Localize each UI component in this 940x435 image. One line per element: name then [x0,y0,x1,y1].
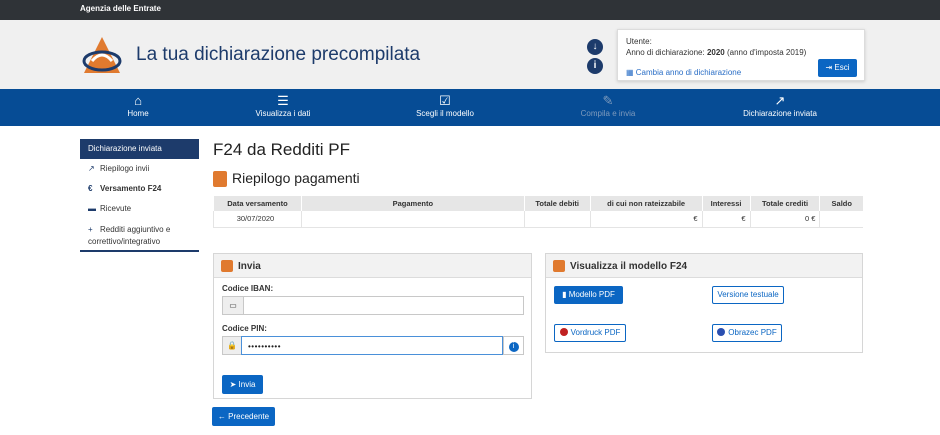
logo-icon [82,37,122,73]
send-icon [221,260,233,272]
list-icon: ☰ [277,93,289,108]
change-year-link[interactable]: ▦ Cambia anno di dichiarazione [626,68,741,77]
invia-panel: Invia Codice IBAN: ▭ Codice PIN: 🔒 •••••… [213,253,532,399]
invia-panel-header: Invia [214,254,531,278]
table-header-row: Data versamento Pagamento Totale debiti … [213,196,863,211]
year-info: Anno di dichiarazione: 2020 (anno d'impo… [626,48,807,57]
german-flag-icon [559,328,568,336]
pin-info-icon[interactable]: i [503,336,524,355]
logout-button[interactable]: ⇥ Esci [818,59,857,77]
section-title: Riepilogo pagamenti [232,170,360,186]
cell-interessi: € [701,211,751,228]
slovenian-flag-icon [717,328,726,336]
iban-label: Codice IBAN: [222,284,274,293]
download-icon[interactable]: ↓ [587,39,603,55]
share-icon: ↗ [774,93,786,108]
plus-icon: + [88,225,93,234]
app-title: La tua dichiarazione precompilata [136,44,421,65]
obrazec-pdf-button[interactable]: Obrazec PDF [712,324,782,342]
col-totale-debiti: Totale debiti [523,196,591,211]
col-totale-crediti: Totale crediti [749,196,820,211]
nav-scegli[interactable]: ☑ Scegli il modello [400,89,490,126]
document-icon [553,260,565,272]
external-link-icon: ↗ [88,164,95,173]
sidebar-item-versamento[interactable]: € Versamento F24 [80,179,199,199]
pin-input[interactable]: •••••••••• [241,336,503,355]
cell-data: 30/07/2020 [213,211,302,228]
modello-pdf-button[interactable]: ▮ Modello PDF [554,286,623,304]
col-saldo: Saldo [819,196,863,211]
nav-home[interactable]: ⌂ Home [98,89,178,126]
send-icon: ➤ [229,380,239,389]
versione-testuale-button[interactable]: Versione testuale [712,286,784,304]
vordruck-pdf-button[interactable]: Vordruck PDF [554,324,626,342]
cell-saldo [819,211,863,228]
user-box: Utente: Anno di dichiarazione: 2020 (ann… [617,29,865,81]
col-interessi: Interessi [701,196,751,211]
modello-panel-header: Visualizza il modello F24 [546,254,862,278]
info-icon[interactable]: i [587,58,603,74]
sidebar-item-ricevute[interactable]: ▬ Ricevute [80,199,199,219]
pin-label: Codice PIN: [222,324,267,333]
cell-pagamento [300,211,525,228]
nav-inviata[interactable]: ↗ Dichiarazione inviata [730,89,830,126]
sidebar-item-redditi[interactable]: + Redditi aggiuntivo e correttivo/integra… [80,219,199,248]
top-bar: Agenzia delle Entrate [0,0,940,20]
modello-panel: Visualizza il modello F24 ▮ Modello PDF … [545,253,863,353]
folder-icon: ▬ [88,204,96,213]
card-icon: ▭ [222,296,244,315]
col-non-rateizzabile: di cui non rateizzabile [589,196,703,211]
cell-totale-debiti [523,211,591,228]
sidebar-item-riepilogo[interactable]: ↗ Riepilogo invii [80,159,199,179]
arrow-left-icon: ← [217,412,229,421]
edit-icon: ✎ [602,93,614,108]
sidebar: Dichiarazione inviata ↗ Riepilogo invii €… [80,139,199,248]
payments-table: Data versamento Pagamento Totale debiti … [213,196,863,228]
sidebar-title[interactable]: Dichiarazione inviata [80,139,199,159]
sidebar-divider [80,250,199,252]
iban-input[interactable] [243,296,524,315]
cell-non-rateizzabile: € [589,211,703,228]
cell-totale-crediti: 0 € [749,211,820,228]
euro-icon: € [88,184,93,193]
calculator-icon [213,171,227,187]
nav-compila[interactable]: ✎ Compila e invia [563,89,653,126]
calendar-icon: ▦ [626,68,636,77]
invia-button[interactable]: ➤ Invia [222,375,263,394]
nav-visualizza[interactable]: ☰ Visualizza i dati [238,89,328,126]
page-title: F24 da Redditi PF [213,140,351,159]
checkbox-icon: ☑ [439,93,451,108]
brand-label: Agenzia delle Entrate [80,4,161,13]
table-row: 30/07/2020 € € 0 € [213,211,863,228]
lock-icon: 🔒 [222,336,242,355]
italy-flag-icon: ▮ [562,290,569,299]
precedente-button[interactable]: ← Precedente [212,407,275,426]
user-label: Utente: [626,37,652,46]
home-icon: ⌂ [134,93,142,108]
main-nav: ⌂ Home ☰ Visualizza i dati ☑ Scegli il m… [0,89,940,126]
col-pagamento: Pagamento [300,196,525,211]
col-data: Data versamento [213,196,302,211]
